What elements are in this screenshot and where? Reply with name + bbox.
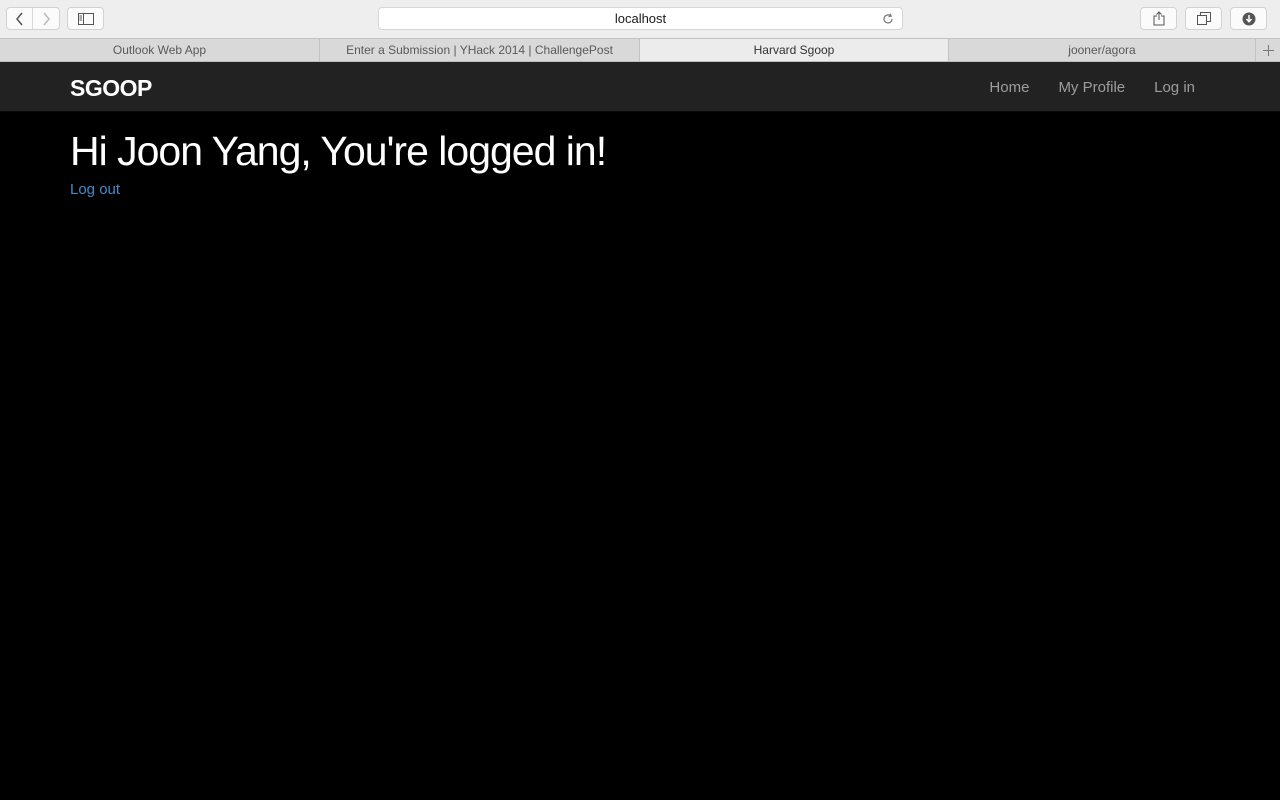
tab-label: jooner/agora — [1068, 43, 1136, 57]
chevron-right-icon — [43, 12, 50, 25]
nav-link-my-profile[interactable]: My Profile — [1058, 79, 1125, 96]
nav-link-log-in[interactable]: Log in — [1154, 79, 1195, 96]
logout-link[interactable]: Log out — [70, 181, 120, 198]
download-icon — [1242, 12, 1255, 25]
sidebar-icon — [77, 12, 94, 25]
tab-yhack[interactable]: Enter a Submission | YHack 2014 | Challe… — [320, 39, 640, 61]
nav-link-home[interactable]: Home — [989, 79, 1029, 96]
nav-links: Home My Profile Log in — [960, 62, 1195, 112]
forward-button[interactable] — [33, 8, 59, 29]
tab-agora[interactable]: jooner/agora — [949, 39, 1256, 61]
tab-label: Outlook Web App — [112, 43, 207, 57]
downloads-button[interactable] — [1230, 7, 1267, 30]
address-text: localhost — [614, 11, 667, 26]
tab-outlook[interactable]: Outlook Web App — [0, 39, 320, 61]
new-tab-button[interactable] — [1256, 39, 1280, 61]
sidebar-button[interactable] — [67, 7, 104, 30]
browser-toolbar: localhost — [0, 0, 1280, 38]
share-button[interactable] — [1140, 7, 1177, 30]
tab-label: Enter a Submission | YHack 2014 | Challe… — [346, 43, 613, 57]
address-bar[interactable]: localhost — [378, 7, 903, 30]
brand-logo[interactable]: SGOOP — [70, 75, 152, 102]
tab-bar: Outlook Web App Enter a Submission | YHa… — [0, 38, 1280, 62]
chevron-left-icon — [15, 12, 23, 25]
main-content: Hi Joon Yang, You're logged in! Log out — [70, 126, 607, 199]
plus-icon — [1262, 44, 1274, 56]
tabs-overview-button[interactable] — [1185, 7, 1222, 30]
back-button[interactable] — [7, 8, 34, 29]
reload-icon — [883, 13, 893, 24]
welcome-heading: Hi Joon Yang, You're logged in! — [70, 128, 607, 174]
tab-harvard-sgoop[interactable]: Harvard Sgoop — [640, 39, 949, 61]
reload-button[interactable] — [880, 11, 896, 27]
tab-label: Harvard Sgoop — [753, 43, 835, 57]
share-icon — [1153, 11, 1164, 26]
tabs-overview-icon — [1196, 12, 1211, 25]
history-nav-group — [6, 7, 60, 30]
site-navbar: SGOOP Home My Profile Log in — [0, 62, 1280, 112]
